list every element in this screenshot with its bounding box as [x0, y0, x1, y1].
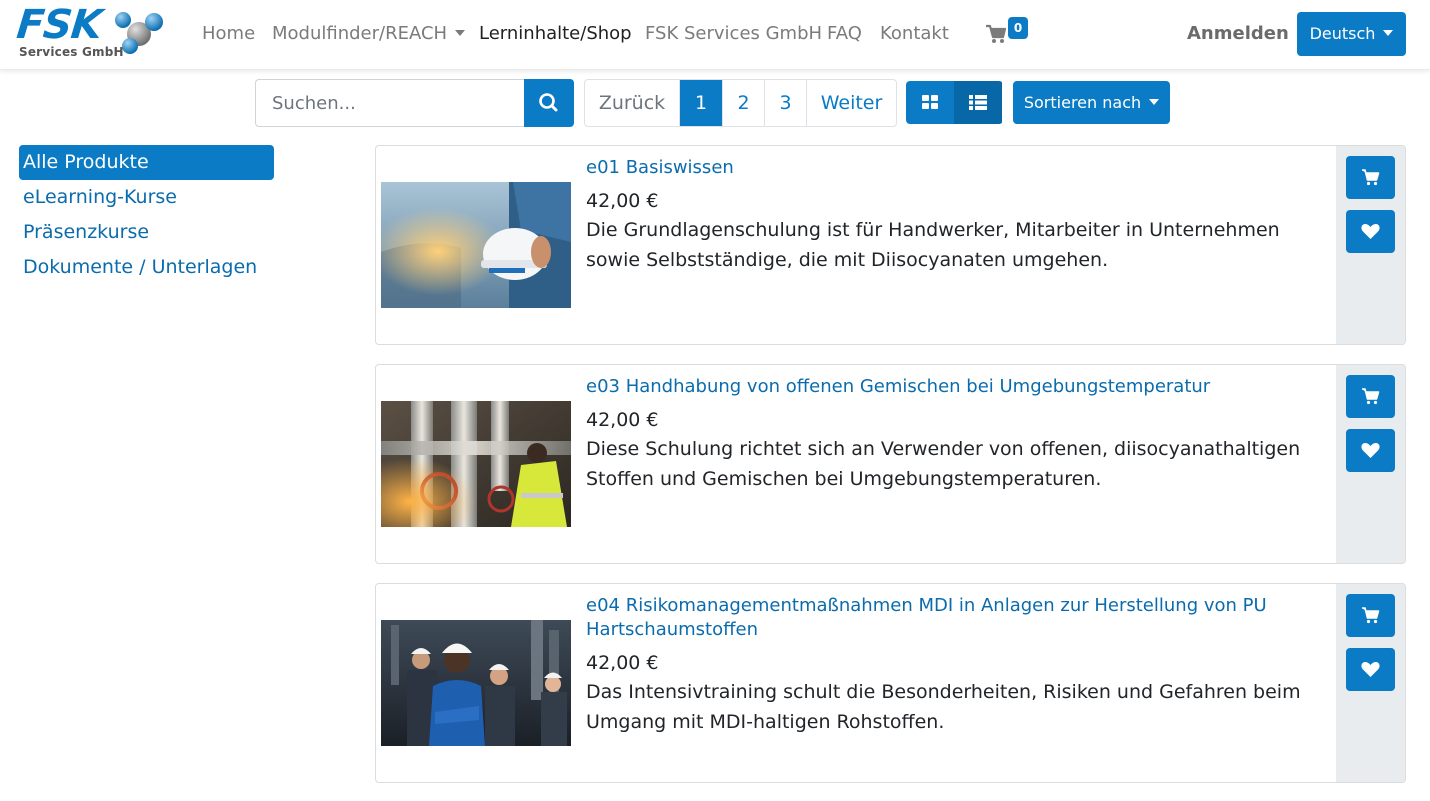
- nav-faq[interactable]: FAQ: [827, 23, 862, 44]
- pagination-next[interactable]: Weiter: [807, 80, 896, 126]
- cart-icon[interactable]: [985, 24, 1007, 44]
- product-info: e04 Risikomanagementmaßnahmen MDI in Anl…: [586, 594, 1331, 737]
- top-navbar: FSK Services GmbH Home Modulfinder/REACH…: [0, 0, 1430, 70]
- product-card: e04 Risikomanagementmaßnahmen MDI in Anl…: [375, 583, 1406, 783]
- search-button[interactable]: [524, 79, 574, 127]
- nav-home[interactable]: Home: [202, 23, 255, 44]
- sort-label: Sortieren nach: [1023, 93, 1142, 112]
- product-image-industrial-pipes[interactable]: [381, 401, 571, 527]
- language-dropdown-button[interactable]: Deutsch: [1297, 12, 1406, 56]
- chevron-down-icon: [455, 29, 466, 36]
- add-to-cart-button[interactable]: [1346, 375, 1395, 418]
- product-card: e03 Handhabung von offenen Gemischen bei…: [375, 364, 1406, 564]
- product-description: Die Grundlagenschulung ist für Handwerke…: [586, 219, 1280, 271]
- category-alle-produkte[interactable]: Alle Produkte: [19, 145, 274, 180]
- grid-view-button[interactable]: [906, 81, 954, 124]
- product-actions: [1336, 584, 1405, 782]
- nav-lerninhalte-shop[interactable]: Lerninhalte/Shop: [479, 23, 632, 44]
- product-description: Das Intensivtraining schult die Besonder…: [586, 681, 1301, 733]
- product-card: e01 Basiswissen 42,00 € Die Grundlagensc…: [375, 145, 1406, 345]
- category-elearning-kurse[interactable]: eLearning-Kurse: [19, 180, 274, 215]
- add-to-wishlist-button[interactable]: [1346, 429, 1395, 472]
- cart-icon: [1362, 388, 1380, 405]
- sort-dropdown-button[interactable]: Sortieren nach: [1013, 81, 1170, 124]
- product-price: 42,00 €: [586, 652, 659, 674]
- product-image-hard-hat[interactable]: [381, 182, 571, 308]
- list-icon: [969, 95, 987, 110]
- product-price: 42,00 €: [586, 190, 659, 212]
- search-input[interactable]: [255, 79, 525, 127]
- product-actions: [1336, 365, 1405, 563]
- nav-kontakt[interactable]: Kontakt: [880, 23, 949, 44]
- molecule-icon: [115, 12, 163, 54]
- pagination: Zurück 1 2 3 Weiter: [584, 79, 897, 127]
- logo-subtext: Services GmbH: [19, 45, 124, 59]
- product-price: 42,00 €: [586, 409, 659, 431]
- search-icon: [539, 93, 558, 112]
- product-image-workers[interactable]: [381, 620, 571, 746]
- add-to-cart-button[interactable]: [1346, 594, 1395, 637]
- product-info: e03 Handhabung von offenen Gemischen bei…: [586, 375, 1331, 494]
- product-info: e01 Basiswissen 42,00 € Die Grundlagensc…: [586, 156, 1331, 275]
- product-title-link[interactable]: e01 Basiswissen: [586, 157, 734, 178]
- pagination-prev[interactable]: Zurück: [585, 80, 680, 126]
- add-to-cart-button[interactable]: [1346, 156, 1395, 199]
- cart-icon: [1362, 169, 1380, 186]
- category-praesenzkurse[interactable]: Präsenzkurse: [19, 215, 274, 250]
- chevron-down-icon: [1383, 30, 1394, 36]
- add-to-wishlist-button[interactable]: [1346, 648, 1395, 691]
- product-description: Diese Schulung richtet sich an Verwender…: [586, 438, 1301, 490]
- company-logo[interactable]: FSK Services GmbH: [15, 2, 167, 62]
- cart-count-badge[interactable]: 0: [1008, 17, 1028, 39]
- language-label: Deutsch: [1309, 24, 1376, 43]
- product-title-link[interactable]: e03 Handhabung von offenen Gemischen bei…: [586, 376, 1210, 397]
- heart-icon: [1361, 442, 1380, 458]
- heart-icon: [1361, 223, 1380, 239]
- product-actions: [1336, 146, 1405, 344]
- category-dokumente-unterlagen[interactable]: Dokumente / Unterlagen: [19, 250, 274, 285]
- pagination-page-1[interactable]: 1: [680, 80, 723, 126]
- login-link[interactable]: Anmelden: [1187, 23, 1289, 44]
- add-to-wishlist-button[interactable]: [1346, 210, 1395, 253]
- heart-icon: [1361, 661, 1380, 677]
- list-view-button[interactable]: [954, 81, 1002, 124]
- product-title-link[interactable]: e04 Risikomanagementmaßnahmen MDI in Anl…: [586, 595, 1267, 640]
- pagination-page-3[interactable]: 3: [765, 80, 807, 126]
- grid-icon: [922, 95, 938, 109]
- nav-modulfinder-dropdown[interactable]: Modulfinder/REACH: [272, 23, 466, 44]
- view-mode-toggle: [906, 81, 1003, 124]
- cart-icon: [1362, 607, 1380, 624]
- logo-wordmark: FSK: [14, 2, 104, 48]
- chevron-down-icon: [1149, 99, 1160, 105]
- nav-fsk-services[interactable]: FSK Services GmbH: [645, 23, 822, 44]
- nav-modulfinder-label: Modulfinder/REACH: [272, 23, 448, 44]
- pagination-page-2[interactable]: 2: [723, 80, 765, 126]
